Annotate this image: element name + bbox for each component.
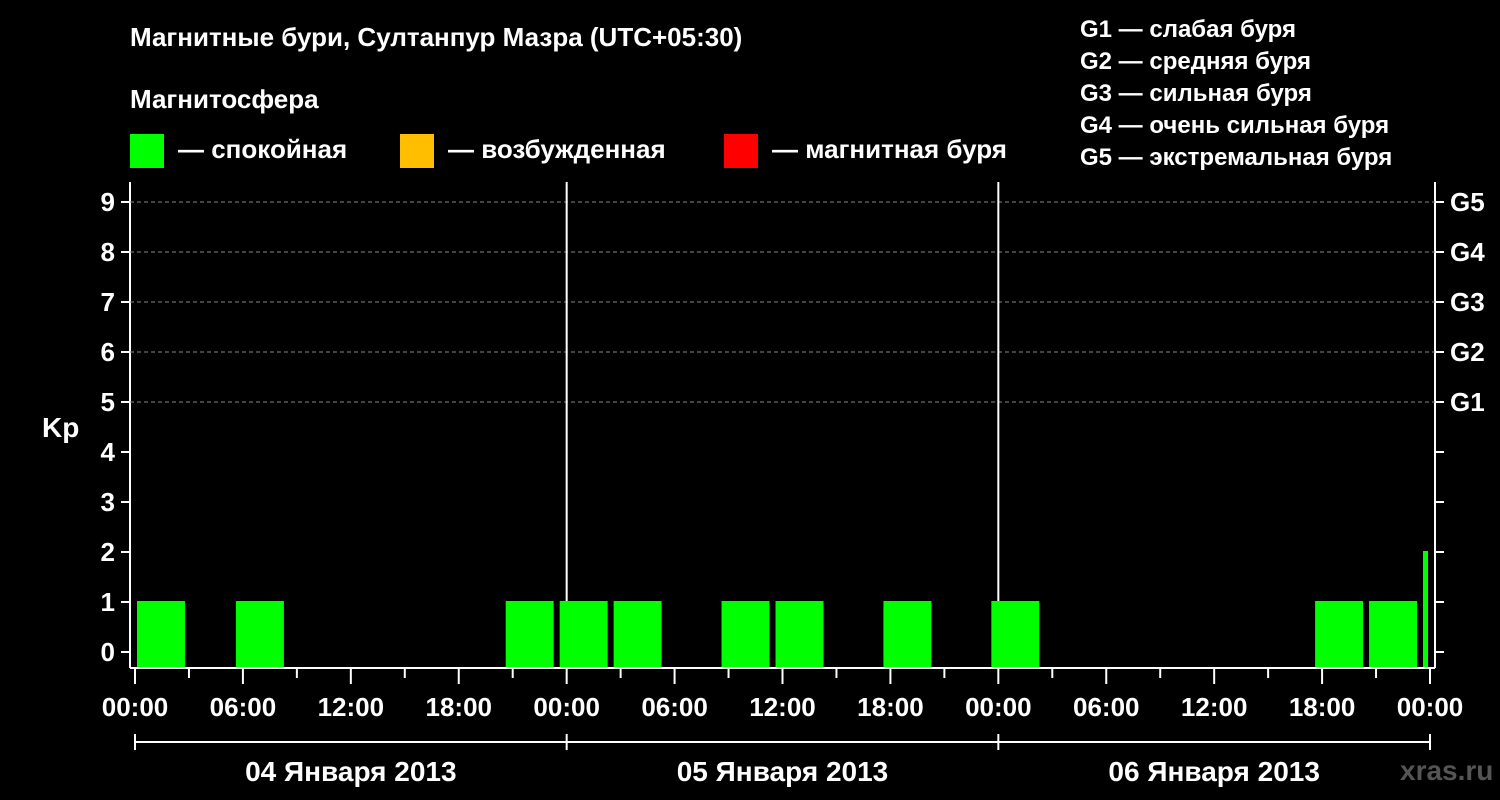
right-tick-label-g5: G5 [1450, 187, 1485, 217]
kp-bar-7 [883, 601, 932, 667]
day-label-0: 04 Января 2013 [245, 756, 457, 787]
kp-bar-9 [1315, 601, 1364, 667]
x-tick-label-7: 18:00 [857, 692, 924, 722]
x-tick-label-5: 06:00 [641, 692, 708, 722]
x-tick-label-9: 06:00 [1073, 692, 1140, 722]
x-tick-label-12: 00:00 [1397, 692, 1464, 722]
kp-bar-1 [235, 601, 284, 667]
x-tick-label-6: 12:00 [749, 692, 816, 722]
x-tick-label-10: 12:00 [1181, 692, 1248, 722]
x-tick-label-2: 12:00 [318, 692, 385, 722]
day-label-2: 06 Января 2013 [1108, 756, 1320, 787]
x-tick-label-8: 00:00 [965, 692, 1032, 722]
x-tick-label-3: 18:00 [426, 692, 493, 722]
kp-bar-3 [559, 601, 608, 667]
right-tick-label-g2: G2 [1450, 337, 1485, 367]
y-tick-label-5: 5 [101, 387, 115, 417]
kp-bar-2 [505, 601, 554, 667]
x-tick-label-0: 00:00 [102, 692, 169, 722]
kp-bar-8 [991, 601, 1040, 667]
kp-bar-10 [1369, 601, 1418, 667]
y-tick-label-6: 6 [101, 337, 115, 367]
y-tick-label-9: 9 [101, 187, 115, 217]
right-tick-label-g4: G4 [1450, 237, 1485, 267]
kp-bar-6 [775, 601, 824, 667]
kp-bar-11 [1423, 551, 1428, 667]
x-tick-label-1: 06:00 [210, 692, 277, 722]
day-label-1: 05 Января 2013 [677, 756, 889, 787]
right-tick-label-g1: G1 [1450, 387, 1485, 417]
y-tick-label-3: 3 [101, 487, 115, 517]
y-tick-label-2: 2 [101, 537, 115, 567]
right-tick-label-g3: G3 [1450, 287, 1485, 317]
y-tick-label-4: 4 [101, 437, 116, 467]
x-tick-label-4: 00:00 [533, 692, 600, 722]
x-tick-label-11: 18:00 [1289, 692, 1356, 722]
kp-bar-5 [721, 601, 770, 667]
kp-chart: 0 1 2 3 4 5 6 7 8 9 G1 G2 G3 G4 G5 00:00 06:00 12:00 18:00… [101, 182, 1485, 787]
y-tick-label-0: 0 [101, 637, 115, 667]
y-tick-label-7: 7 [101, 287, 115, 317]
kp-bar-4 [613, 601, 662, 667]
y-tick-label-8: 8 [101, 237, 115, 267]
watermark: xras.ru [1400, 755, 1494, 786]
y-tick-label-1: 1 [101, 587, 115, 617]
kp-bar-0 [137, 601, 185, 667]
